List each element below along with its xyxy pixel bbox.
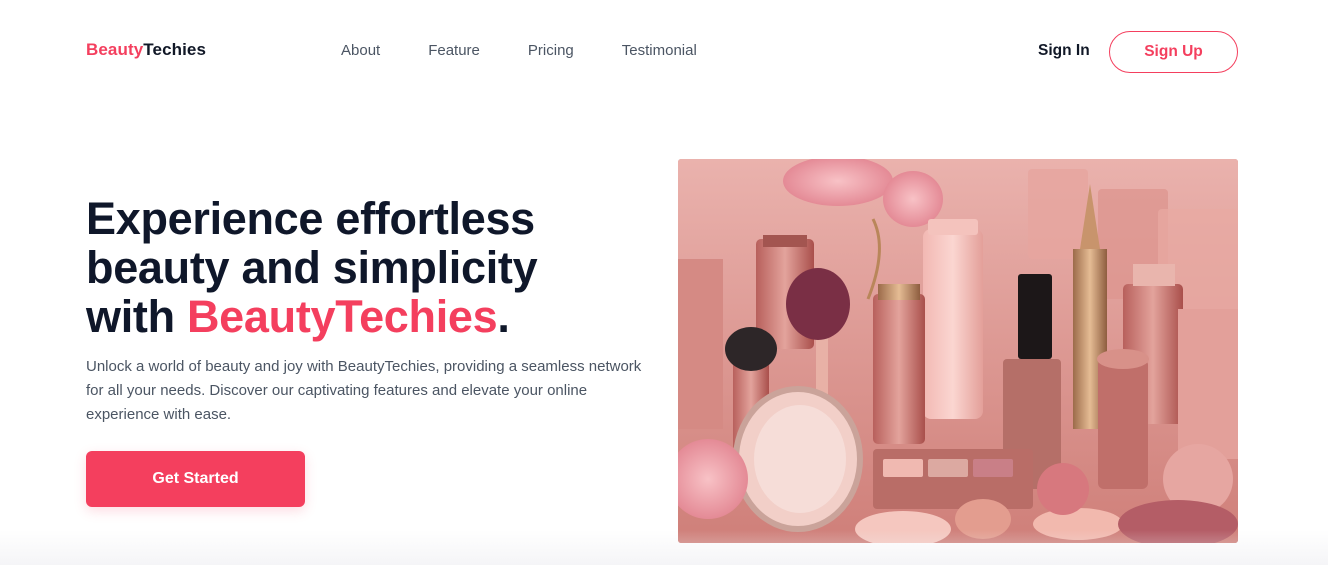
hero-title-line-2: beauty and simplicity — [86, 242, 538, 293]
nav-link-feature[interactable]: Feature — [428, 42, 480, 59]
brand-logo-rest: Techies — [143, 40, 207, 59]
section-bottom-fade — [0, 530, 1328, 565]
brand-logo-accent: Beauty — [86, 40, 144, 59]
hero-title-prefix: with — [86, 291, 187, 342]
top-navigation: BeautyTechies About Feature Pricing Test… — [0, 0, 1328, 104]
sign-up-button[interactable]: Sign Up — [1109, 31, 1238, 73]
hero-image — [678, 159, 1238, 543]
nav-link-testimonial[interactable]: Testimonial — [622, 42, 697, 59]
hero-title: Experience effortless beauty and simplic… — [86, 194, 646, 341]
hero-title-line-1: Experience effortless — [86, 193, 535, 244]
main-menu: About Feature Pricing Testimonial — [341, 42, 697, 59]
get-started-button[interactable]: Get Started — [86, 451, 305, 507]
hero-title-suffix: . — [497, 291, 510, 342]
cosmetics-illustration — [678, 159, 1238, 543]
nav-link-about[interactable]: About — [341, 42, 380, 59]
nav-link-pricing[interactable]: Pricing — [528, 42, 574, 59]
hero-title-brand: BeautyTechies — [186, 291, 498, 342]
hero-description: Unlock a world of beauty and joy with Be… — [86, 358, 642, 423]
sign-in-link[interactable]: Sign In — [1038, 42, 1090, 60]
brand-logo[interactable]: BeautyTechies — [86, 40, 206, 60]
